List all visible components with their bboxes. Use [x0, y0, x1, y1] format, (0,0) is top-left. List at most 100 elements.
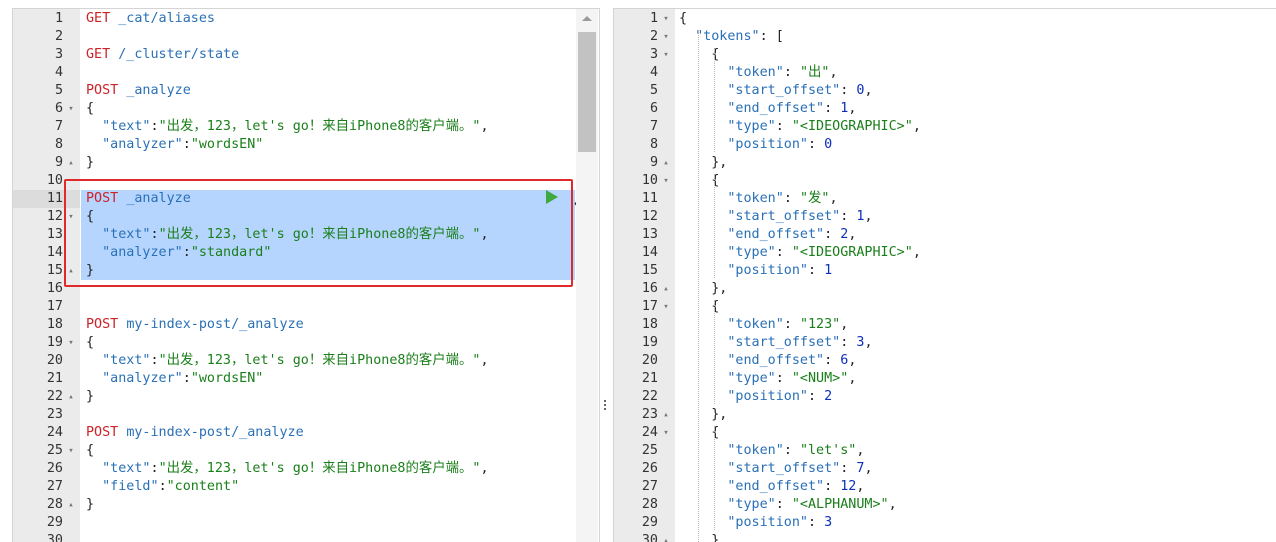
code-line[interactable]: 20 "text":"出发，123，let's go！来自iPhone8的客户端…: [13, 352, 599, 370]
fold-open-icon[interactable]: ▾: [661, 46, 671, 64]
line-number: 1: [649, 11, 658, 26]
code-line[interactable]: 6 ▾ {: [13, 100, 599, 118]
line-number: 26: [641, 461, 658, 476]
token-key: "end_offset": [679, 479, 825, 494]
token-pun: : [: [759, 29, 784, 44]
line-text: }: [86, 154, 94, 172]
line-text: }: [86, 388, 94, 406]
token-key: "type": [679, 119, 776, 134]
code-line[interactable]: 21 "analyzer":"wordsEN": [13, 370, 599, 388]
response-viewer[interactable]: 1 ▾{2 ▾ "tokens": [3 ▾ {4 "token": "出", 5 "s…: [613, 8, 1276, 542]
line-number: 9: [649, 155, 658, 170]
code-line[interactable]: 22 ▴}: [13, 388, 599, 406]
fold-open-icon[interactable]: ▾: [661, 28, 671, 46]
fold-close-icon[interactable]: ▴: [661, 154, 671, 172]
token-key: "tokens": [679, 29, 760, 44]
token-pun: ,: [864, 209, 873, 224]
fold-open-icon[interactable]: ▾: [66, 334, 76, 352]
indent-guide: [714, 426, 715, 530]
code-line[interactable]: 2: [13, 28, 599, 46]
code-line[interactable]: 30: [13, 532, 599, 542]
token-pun: :: [150, 353, 159, 368]
fold-close-icon[interactable]: ▴: [66, 496, 76, 514]
selected-request-highlight: [64, 179, 573, 287]
token-pun: ,: [864, 461, 873, 476]
token-pun: {: [86, 443, 95, 458]
code-line[interactable]: 5 POST _analyze: [13, 82, 599, 100]
fold-close-icon[interactable]: ▴: [661, 280, 671, 298]
line-number: 18: [46, 317, 63, 332]
fold-open-icon[interactable]: ▾: [661, 172, 671, 190]
token-url: _cat/aliases: [118, 11, 215, 26]
token-pun: }: [86, 389, 95, 404]
play-icon[interactable]: [546, 190, 558, 204]
line-number: 13: [46, 227, 63, 242]
code-line[interactable]: 4: [13, 64, 599, 82]
token-url: my-index-post/_analyze: [126, 425, 304, 440]
token-pun: :: [840, 461, 857, 476]
fold-open-icon[interactable]: ▾: [66, 442, 76, 460]
line-number: 3: [649, 47, 658, 62]
line-text: "analyzer":"wordsEN": [86, 136, 263, 154]
token-verb: GET: [86, 11, 119, 26]
code-line[interactable]: 29: [13, 514, 599, 532]
code-line[interactable]: 26 "text":"出发，123，let's go！来自iPhone8的客户端…: [13, 460, 599, 478]
line-text: "end_offset": 2,: [679, 226, 856, 244]
code-line[interactable]: 18 POST my-index-post/_analyze: [13, 316, 599, 334]
token-pun: ,: [829, 65, 838, 80]
fold-close-icon[interactable]: ▴: [66, 388, 76, 406]
resize-handle-icon[interactable]: [600, 398, 610, 418]
line-number: 12: [641, 209, 658, 224]
token-key: "text": [86, 119, 151, 134]
line-text: },: [679, 154, 727, 172]
token-pun: ,: [848, 227, 857, 242]
token-str: "<IDEOGRAPHIC>": [791, 245, 913, 260]
fold-open-icon[interactable]: ▾: [661, 10, 671, 28]
line-number: 24: [641, 425, 658, 440]
fold-close-icon[interactable]: ▴: [661, 532, 671, 542]
request-scrollbar[interactable]: [576, 9, 598, 542]
token-str: "<ALPHANUM>": [791, 497, 889, 512]
fold-close-icon[interactable]: ▴: [661, 406, 671, 424]
token-pun: :: [182, 137, 191, 152]
fold-close-icon[interactable]: ▴: [66, 154, 76, 172]
fold-open-icon[interactable]: ▾: [661, 298, 671, 316]
line-number: 14: [46, 245, 63, 260]
token-key: "end_offset": [679, 353, 825, 368]
line-text: "type": "<ALPHANUM>",: [679, 496, 897, 514]
token-verb: POST: [86, 425, 127, 440]
scroll-up-icon[interactable]: [582, 16, 592, 21]
code-line[interactable]: 23: [13, 406, 599, 424]
code-line[interactable]: 19 ▾ {: [13, 334, 599, 352]
token-pun: :: [783, 65, 800, 80]
code-line[interactable]: 28 ▴}: [13, 496, 599, 514]
code-line[interactable]: 8 "analyzer":"wordsEN": [13, 136, 599, 154]
scrollbar-thumb[interactable]: [578, 32, 596, 152]
code-line[interactable]: 27 "field":"content": [13, 478, 599, 496]
line-number: 25: [641, 443, 658, 458]
token-pun: {: [679, 11, 688, 26]
code-line[interactable]: 9 ▴}: [13, 154, 599, 172]
code-line[interactable]: 1 GET _cat/aliases: [13, 10, 599, 28]
fold-open-icon[interactable]: ▾: [66, 100, 76, 118]
token-verb: POST: [86, 83, 127, 98]
code-line[interactable]: 7 "text":"出发，123，let's go！来自iPhone8的客户端。…: [13, 118, 599, 136]
line-number: 14: [641, 245, 658, 260]
code-line[interactable]: 17: [13, 298, 599, 316]
line-text: }: [86, 496, 94, 514]
token-pun: ,: [480, 353, 489, 368]
line-number: 8: [54, 137, 63, 152]
request-editor[interactable]: 1 GET _cat/aliases 2 3 GET /_cluster/state 4 5…: [12, 8, 600, 542]
token-pun: :: [840, 335, 857, 350]
code-line[interactable]: 24 POST my-index-post/_analyze: [13, 424, 599, 442]
fold-open-icon[interactable]: ▾: [661, 424, 671, 442]
code-line[interactable]: 25 ▾ {: [13, 442, 599, 460]
line-text: GET _cat/aliases: [86, 10, 215, 28]
token-pun: ,: [888, 497, 897, 512]
line-text: "field":"content": [86, 478, 239, 496]
line-text: "start_offset": 0,: [679, 82, 872, 100]
token-pun: :: [783, 191, 800, 206]
line-number: 30: [641, 533, 658, 542]
code-line[interactable]: 3 GET /_cluster/state: [13, 46, 599, 64]
token-pun: :: [783, 317, 800, 332]
